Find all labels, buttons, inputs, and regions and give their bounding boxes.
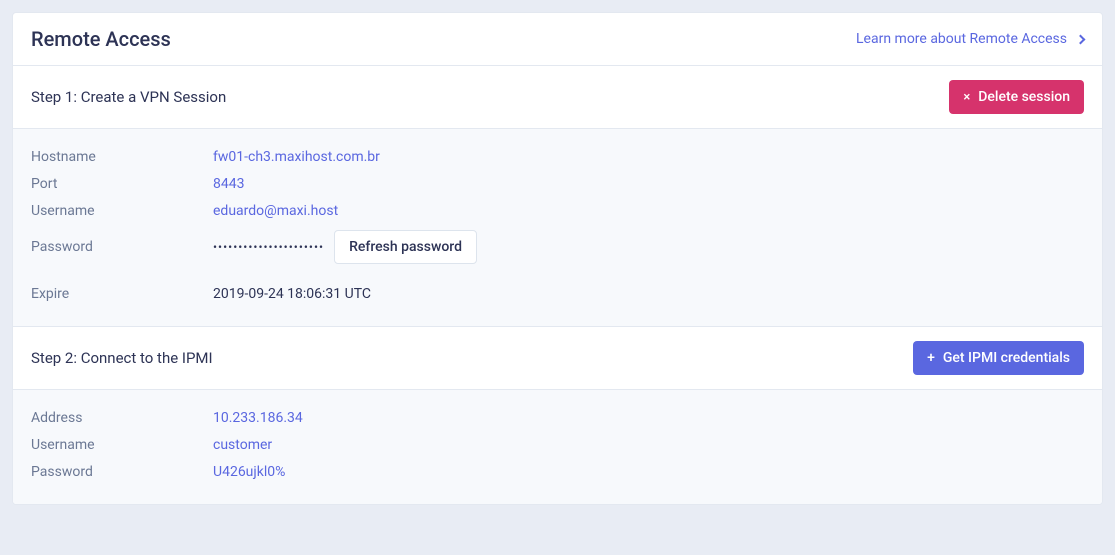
ipmi-username-value: customer [213,437,272,453]
port-row: Port 8443 [31,176,1084,192]
delete-session-button[interactable]: × Delete session [949,80,1084,114]
refresh-password-button[interactable]: Refresh password [334,230,477,264]
vpn-password-row: Password •••••••••••••••••••••• Refresh … [31,230,1084,264]
learn-more-link[interactable]: Learn more about Remote Access [856,31,1084,47]
step1-title: Step 1: Create a VPN Session [31,88,226,106]
expire-label: Expire [31,286,213,302]
step2-header: Step 2: Connect to the IPMI + Get IPMI c… [13,327,1102,390]
hostname-row: Hostname fw01-ch3.maxihost.com.br [31,149,1084,165]
get-ipmi-credentials-label: Get IPMI credentials [943,350,1070,366]
get-ipmi-credentials-button[interactable]: + Get IPMI credentials [913,341,1084,375]
close-icon: × [963,91,970,104]
ipmi-username-row: Username customer [31,437,1084,453]
ipmi-password-value: U426ujkl0% [213,464,285,480]
vpn-details: Hostname fw01-ch3.maxihost.com.br Port 8… [13,129,1102,327]
page-title: Remote Access [31,27,171,51]
hostname-value: fw01-ch3.maxihost.com.br [213,149,380,165]
hostname-label: Hostname [31,149,213,165]
delete-session-label: Delete session [978,89,1070,105]
expire-row: Expire 2019-09-24 18:06:31 UTC [31,286,1084,302]
panel-header: Remote Access Learn more about Remote Ac… [13,13,1102,66]
address-value: 10.233.186.34 [213,410,303,426]
address-row: Address 10.233.186.34 [31,410,1084,426]
step2-title: Step 2: Connect to the IPMI [31,349,213,367]
address-label: Address [31,410,213,426]
chevron-right-icon [1076,34,1086,44]
ipmi-password-row: Password U426ujkl0% [31,464,1084,480]
expire-value: 2019-09-24 18:06:31 UTC [213,286,371,302]
vpn-password-label: Password [31,239,213,255]
ipmi-details: Address 10.233.186.34 Username customer … [13,390,1102,504]
vpn-username-value: eduardo@maxi.host [213,203,338,219]
vpn-username-label: Username [31,203,213,219]
vpn-username-row: Username eduardo@maxi.host [31,203,1084,219]
port-label: Port [31,176,213,192]
ipmi-username-label: Username [31,437,213,453]
plus-icon: + [927,351,935,365]
remote-access-panel: Remote Access Learn more about Remote Ac… [12,12,1103,505]
password-mask: •••••••••••••••••••••• [213,240,324,254]
port-value: 8443 [213,176,244,192]
ipmi-password-label: Password [31,464,213,480]
learn-more-text: Learn more about Remote Access [856,31,1067,47]
refresh-password-label: Refresh password [349,239,462,255]
step1-header: Step 1: Create a VPN Session × Delete se… [13,66,1102,129]
password-controls: •••••••••••••••••••••• Refresh password [213,230,477,264]
